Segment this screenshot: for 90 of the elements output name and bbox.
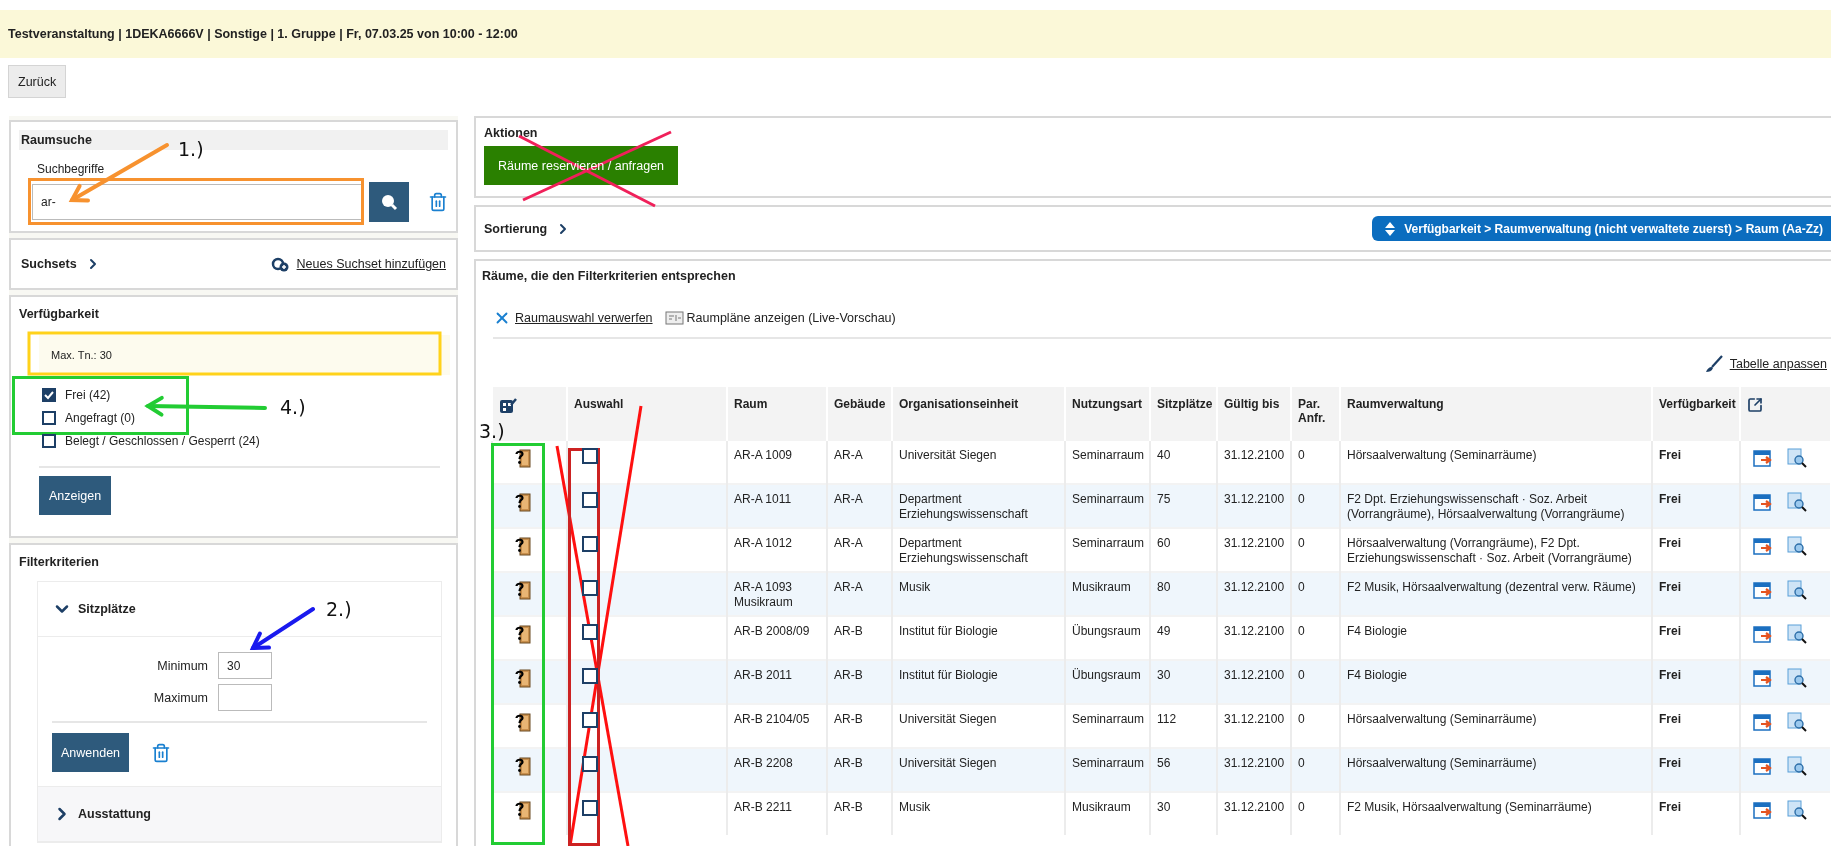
checkbox[interactable]	[582, 580, 598, 596]
column-header: Auswahl	[567, 387, 727, 440]
panel-title: Verfügbarkeit	[19, 307, 100, 321]
panel-title: Aktionen	[484, 126, 539, 140]
section-title: Sitzplätze	[78, 602, 136, 616]
column-header: Gebäude	[827, 387, 892, 440]
delete-button[interactable]	[428, 192, 448, 212]
door-question-icon	[515, 492, 531, 512]
annotation-label: 1.)	[178, 138, 204, 160]
floor-plan-icon	[664, 310, 685, 326]
column-header: Sitzplätze	[1150, 387, 1217, 440]
table-cell: 31.12.2100	[1217, 792, 1291, 835]
sort-icon	[1384, 220, 1397, 237]
column-header: Raumverwaltung	[1340, 387, 1652, 440]
panel-title: Filterkriterien	[19, 555, 100, 569]
checkbox[interactable]	[582, 536, 598, 552]
table-cell: 30	[1150, 792, 1217, 835]
door-question-icon	[515, 800, 531, 820]
column-header: Raum	[727, 387, 827, 440]
door-question-icon	[515, 536, 531, 556]
floor-plans-link[interactable]: Raumpläne anzeigen (Live-Vorschau)	[686, 311, 896, 325]
participants-note: Max. Tn.: 30	[39, 335, 450, 375]
checkbox-label: Belegt / Geschlossen / Gesperrt (24)	[65, 433, 260, 448]
door-question-icon	[515, 756, 531, 776]
discard-selection-link[interactable]: Raumauswahl verwerfen	[515, 311, 653, 325]
document-search-icon	[1787, 492, 1807, 512]
table-cell: Musik	[892, 792, 1065, 835]
checkbox[interactable]	[582, 712, 598, 728]
document-search-icon	[1787, 756, 1807, 776]
table-cell: AR-B	[827, 792, 892, 835]
column-header: Organisationseinheit	[892, 387, 1065, 440]
checkbox[interactable]	[582, 448, 598, 464]
search-field[interactable]: ar-	[32, 184, 362, 220]
delete-button[interactable]	[151, 742, 172, 763]
checkbox-label: Angefragt (0)	[65, 410, 136, 425]
annotation-label: 3.)	[479, 420, 505, 442]
document-search-icon	[1787, 448, 1807, 468]
add-search-set-link[interactable]: Neues Suchset hinzufügen	[296, 257, 446, 271]
document-search-icon	[1787, 668, 1807, 688]
sort-order-button[interactable]: Verfügbarkeit > Raumverwaltung (nicht verwaltete zuerst) > Raum (Aa-Zz)	[1372, 216, 1831, 241]
add-set-icon	[270, 255, 291, 273]
column-header: Par. Anfr.	[1291, 387, 1340, 440]
number-field[interactable]: 30	[218, 652, 272, 679]
table-cell: F2 Musik, Hörsaalverwaltung (Seminarräume)	[1340, 792, 1652, 835]
table-cell: Musikraum	[1065, 792, 1150, 835]
document-search-icon	[1787, 800, 1807, 820]
search-button[interactable]	[369, 182, 409, 222]
field-label: Minimum	[157, 658, 208, 673]
checkbox[interactable]	[42, 387, 56, 402]
apply-button[interactable]: Anwenden	[52, 733, 130, 772]
show-button[interactable]: Anzeigen	[39, 476, 112, 515]
event-title: Testveranstaltung | 1DEKA6666V | Sonstige | 1. Gruppe | Fr, 07.03.25 von 10:00 - 12:00	[0, 10, 1831, 58]
document-search-icon	[1787, 712, 1807, 732]
number-field[interactable]	[218, 684, 272, 711]
panel-title: Suchsets	[21, 257, 77, 271]
checkbox-label: Frei (42)	[65, 387, 111, 402]
field-label: Maximum	[153, 690, 208, 705]
section-title: Ausstattung	[78, 807, 151, 821]
panel-title: Räume, die den Filterkriterien entsprechen	[482, 269, 737, 283]
door-question-icon	[515, 668, 531, 688]
column-header: Nutzungsart	[1065, 387, 1150, 440]
checkbox[interactable]	[582, 624, 598, 640]
checkbox[interactable]	[42, 410, 56, 425]
door-question-icon	[515, 624, 531, 644]
checkbox[interactable]	[582, 668, 598, 684]
section-header[interactable]: Ausstattung	[38, 787, 441, 842]
document-search-icon	[1787, 580, 1807, 600]
table-cell: 0	[1291, 792, 1340, 835]
paintbrush-icon	[1703, 355, 1724, 373]
back-button[interactable]: Zurück	[8, 65, 67, 98]
door-question-icon	[515, 580, 531, 600]
document-search-icon	[1787, 536, 1807, 556]
column-header: Gültig bis	[1217, 387, 1291, 440]
customize-table-link[interactable]: Tabelle anpassen	[1729, 357, 1827, 371]
annotation-label: 2.)	[326, 598, 352, 620]
search-icon	[380, 193, 398, 211]
document-search-icon	[1787, 624, 1807, 644]
checkbox[interactable]	[582, 800, 598, 816]
external-link-icon	[1747, 397, 1763, 413]
column-header: Verfügbarkeit	[1652, 387, 1740, 440]
annotation-label: 4.)	[280, 396, 306, 418]
checkbox[interactable]	[582, 756, 598, 772]
table-cell: AR-B 2211	[727, 792, 827, 835]
checkbox[interactable]	[582, 492, 598, 508]
field-label: Suchbegriffe	[37, 162, 105, 176]
table-cell: Frei	[1652, 792, 1740, 835]
panel-title: Sortierung	[484, 221, 548, 236]
grid-edit-icon	[499, 397, 517, 415]
door-question-icon	[515, 448, 531, 468]
door-question-icon	[515, 712, 531, 732]
